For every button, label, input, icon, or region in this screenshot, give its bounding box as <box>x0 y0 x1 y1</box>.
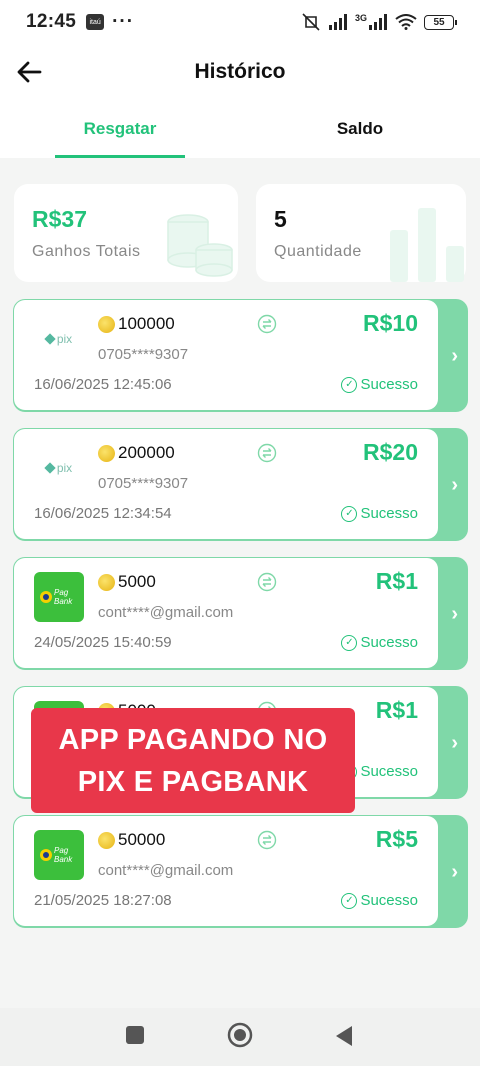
check-circle-icon: ✓ <box>341 505 358 522</box>
payout-value: R$10 <box>363 310 418 336</box>
status-badge: ✓Sucesso <box>341 892 418 909</box>
battery-icon: 55 <box>424 14 457 30</box>
total-earnings-card: R$37 Ganhos Totais <box>14 184 238 282</box>
check-circle-icon: ✓ <box>341 376 358 393</box>
quantity-card: 5 Quantidade <box>256 184 466 282</box>
chevron-right-icon[interactable]: › <box>451 861 458 884</box>
status-bar: 12:45 itaú ··· 3G 55 <box>0 0 480 44</box>
timestamp: 24/05/2025 15:40:59 <box>34 634 172 651</box>
account: cont****@gmail.com <box>98 862 234 879</box>
clock: 12:45 <box>26 11 77 32</box>
exchange-icon <box>257 443 277 463</box>
timestamp: 21/05/2025 18:27:08 <box>34 892 172 909</box>
wifi-icon <box>395 14 417 30</box>
promo-banner-line2: PIX E PAGBANK <box>77 765 309 798</box>
withdrawal-record[interactable]: pix 100000 R$10 0705****9307 16/06/2025 … <box>13 299 468 412</box>
svg-text:Bank: Bank <box>54 855 73 864</box>
coin-icon <box>98 316 115 333</box>
check-circle-icon: ✓ <box>341 634 358 651</box>
pagbank-logo: PagBank <box>34 572 84 622</box>
mute-vibrate-icon <box>302 13 320 31</box>
payout-value: R$1 <box>375 697 418 723</box>
check-circle-icon: ✓ <box>341 892 358 909</box>
tab-saldo[interactable]: Saldo <box>300 100 420 158</box>
timestamp: 16/06/2025 12:34:54 <box>34 505 172 522</box>
chevron-right-icon[interactable]: › <box>451 345 458 368</box>
withdrawal-record[interactable]: pix 200000 R$20 0705****9307 16/06/2025 … <box>13 428 468 541</box>
page-title: Histórico <box>194 60 286 83</box>
promo-banner-line1: APP PAGANDO NO <box>58 723 328 756</box>
coin-amount: 5000 <box>118 572 156 591</box>
pagbank-logo: PagBank <box>34 830 84 880</box>
svg-text:Pag: Pag <box>54 846 69 855</box>
coin-icon <box>98 574 115 591</box>
recent-apps-icon[interactable] <box>125 1025 145 1045</box>
account: 0705****9307 <box>98 346 189 363</box>
timestamp: 16/06/2025 12:45:06 <box>34 376 172 393</box>
status-badge: ✓Sucesso <box>341 376 418 393</box>
exchange-icon <box>257 572 277 592</box>
chevron-right-icon[interactable]: › <box>451 732 458 755</box>
account: 0705****9307 <box>98 475 189 492</box>
bank-notification-icon: itaú <box>86 14 105 30</box>
payout-value: R$20 <box>363 439 418 465</box>
svg-text:Bank: Bank <box>54 597 73 606</box>
exchange-icon <box>257 314 277 334</box>
back-arrow-icon[interactable] <box>14 56 46 88</box>
chevron-right-icon[interactable]: › <box>451 603 458 626</box>
withdrawal-record[interactable]: Pag Bank 50000 R$5 cont****@gmail.com 21/… <box>13 815 468 928</box>
status-badge: ✓Sucesso <box>341 634 418 651</box>
system-nav-bar <box>0 1008 480 1066</box>
signal-icon <box>328 14 347 30</box>
coin-icon <box>98 832 115 849</box>
signal-icon-2 <box>369 14 387 30</box>
home-icon[interactable] <box>227 1022 253 1048</box>
bar-chart-icon <box>390 208 464 282</box>
account: cont****@gmail.com <box>98 604 234 621</box>
back-nav-icon[interactable] <box>334 1025 354 1047</box>
coin-amount: 200000 <box>118 443 175 462</box>
network-type-label: 3G <box>354 13 367 23</box>
tab-bar: Resgatar Saldo <box>0 100 480 158</box>
coin-amount: 100000 <box>118 314 175 333</box>
svg-text:Pag: Pag <box>54 588 69 597</box>
promo-banner: APP PAGANDO NO PIX E PAGBANK <box>31 708 355 813</box>
more-notifications-icon: ··· <box>112 11 135 32</box>
coin-icon <box>98 445 115 462</box>
exchange-icon <box>257 830 277 850</box>
payout-value: R$5 <box>375 826 418 852</box>
tab-resgatar[interactable]: Resgatar <box>55 100 185 158</box>
app-header: Histórico <box>0 44 480 100</box>
pix-logo: pix <box>34 443 84 493</box>
coin-stack-icon <box>167 214 233 277</box>
status-badge: ✓Sucesso <box>341 505 418 522</box>
chevron-right-icon[interactable]: › <box>451 474 458 497</box>
withdrawal-record[interactable]: Pag Bank 5000 R$1 cont****@gmail.com 24/0… <box>13 557 468 670</box>
coin-amount: 50000 <box>118 830 166 849</box>
pix-logo: pix <box>34 314 84 364</box>
payout-value: R$1 <box>375 568 418 594</box>
